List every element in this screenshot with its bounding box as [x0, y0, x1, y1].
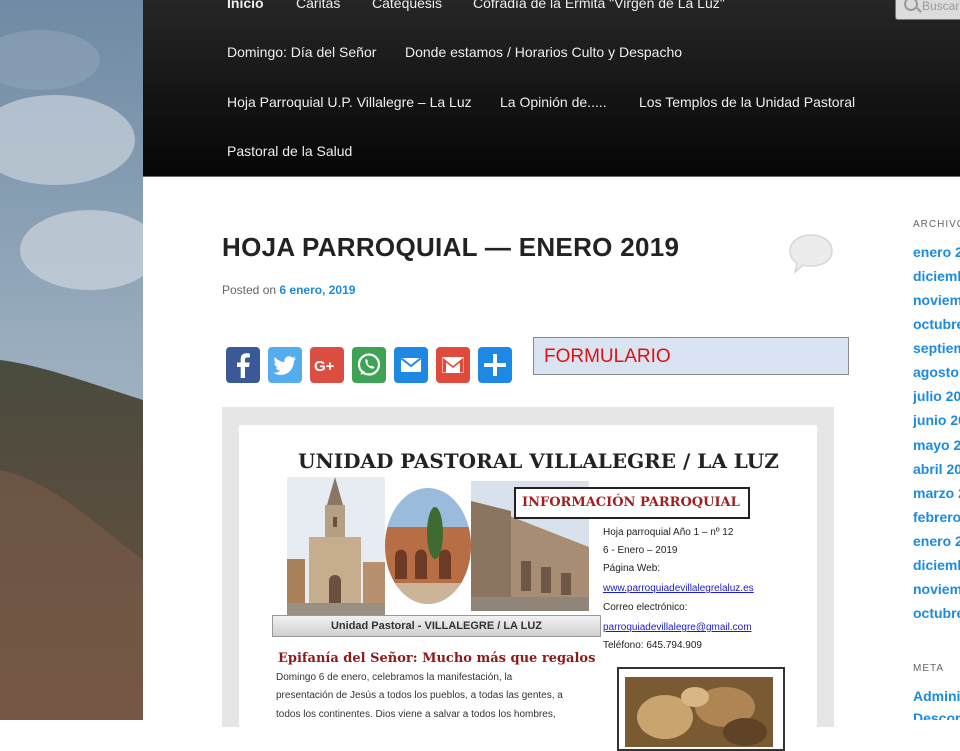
meta-link: ■Administrar: [913, 688, 960, 704]
caption-text: Unidad Pastoral - VILLALEGRE / LA LUZ: [330, 620, 543, 632]
web-label: Página Web:: [603, 563, 661, 574]
archive-link-text[interactable]: octubre 2018: [913, 316, 960, 332]
archive-link-text[interactable]: septiembre 2018: [913, 340, 960, 356]
nav-item-cofradia[interactable]: Cofradía de la Ermita "Virgen de La Luz": [473, 0, 725, 11]
sidebar: ARCHIVOS ■enero 2019 ■diciembre 2018 ■no…: [913, 0, 960, 720]
bulletin-header: UNIDAD PASTORAL VILLALEGRE / LA LUZ: [298, 449, 779, 473]
post-meta: Posted on 6 enero, 2019: [222, 283, 355, 297]
archive-link: ■diciembre 2017: [913, 557, 960, 573]
nav-item-templos[interactable]: Los Templos de la Unidad Pastoral: [639, 94, 855, 110]
archive-link: ■febrero 2018: [913, 509, 960, 525]
inset-frame: [617, 667, 785, 751]
facebook-icon[interactable]: [226, 347, 260, 383]
archive-link: ■agosto 2018: [913, 364, 960, 380]
meta-heading: META: [913, 663, 945, 674]
issue-number: Hoja parroquial Año 1 – nº 12: [603, 527, 734, 538]
formulario-label: FORMULARIO: [544, 346, 671, 367]
nav-item-donde-estamos[interactable]: Donde estamos / Horarios Culto y Despach…: [405, 44, 682, 60]
nav-item-domingo[interactable]: Domingo: Día del Señor: [227, 44, 376, 60]
svg-text:G+: G+: [314, 358, 335, 375]
archive-link-text[interactable]: enero 2019: [913, 244, 960, 260]
archive-link-text[interactable]: marzo 2018: [913, 485, 960, 501]
archive-link-text[interactable]: enero 2018: [913, 533, 960, 549]
web-link[interactable]: www.parroquiadevillalegrelaluz.es: [603, 583, 754, 594]
email-link[interactable]: parroquiadevillalegre@gmail.com: [603, 622, 752, 633]
post-date-link[interactable]: 6 enero, 2019: [279, 283, 355, 297]
nav-item-la-opinion[interactable]: La Opinión de.....: [500, 94, 607, 110]
archive-link-text[interactable]: julio 2018: [913, 388, 960, 404]
nav-item-catequesis[interactable]: Catequesis: [372, 0, 442, 11]
share-plus-icon[interactable]: [478, 347, 512, 383]
google-plus-icon[interactable]: G+: [310, 347, 344, 383]
info-title-box: INFORMACIÓN PARROQUIAL: [514, 487, 750, 519]
main-nav: Inicio Cáritas Catequesis Cofradía de la…: [143, 0, 960, 177]
archive-link: ■junio 2018: [913, 412, 960, 428]
archive-link-text[interactable]: noviembre 2018: [913, 292, 960, 308]
archive-link: ■octubre 2017: [913, 605, 960, 621]
nav-item-pastoral-salud[interactable]: Pastoral de la Salud: [227, 143, 352, 159]
archive-link: ■enero 2018: [913, 533, 960, 549]
archive-link-text[interactable]: diciembre 2017: [913, 557, 960, 573]
bulletin-page: UNIDAD PASTORAL VILLALEGRE / LA LUZ INFO…: [239, 425, 817, 751]
phone: Teléfono: 645.794.909: [603, 640, 702, 651]
archive-link: ■julio 2018: [913, 388, 960, 404]
nav-item-inicio[interactable]: Inicio: [227, 0, 264, 11]
plaza-photo: [385, 488, 471, 604]
archive-link: ■marzo 2018: [913, 485, 960, 501]
email-label: Correo electrónico:: [603, 602, 688, 613]
archives-heading: ARCHIVOS: [913, 219, 960, 230]
archive-link: ■noviembre 2018: [913, 292, 960, 308]
formulario-button[interactable]: FORMULARIO: [533, 337, 849, 375]
meta-link-text[interactable]: Desconectar: [913, 710, 960, 720]
post-title: HOJA PARROQUIAL — ENERO 2019: [222, 232, 680, 262]
comment-bubble-icon[interactable]: [788, 233, 834, 280]
email-icon[interactable]: [394, 347, 428, 383]
twitter-icon[interactable]: [268, 347, 302, 383]
archive-link: ■noviembre 2017: [913, 581, 960, 597]
archive-link-text[interactable]: febrero 2018: [913, 509, 960, 525]
archive-link: ■mayo 2018: [913, 437, 960, 453]
caption-bar: Unidad Pastoral - VILLALEGRE / LA LUZ: [272, 615, 601, 637]
info-title: INFORMACIÓN PARROQUIAL: [522, 495, 740, 510]
archive-link-text[interactable]: octubre 2017: [913, 605, 960, 621]
archive-link: ■octubre 2018: [913, 316, 960, 332]
archive-link: ■enero 2019: [913, 244, 960, 260]
meta-link-text[interactable]: Administrar: [913, 688, 960, 704]
whatsapp-icon[interactable]: [352, 347, 386, 383]
archive-link-text[interactable]: abril 2018: [913, 461, 960, 477]
archive-link: ■abril 2018: [913, 461, 960, 477]
nav-item-hoja-parroquial[interactable]: Hoja Parroquial U.P. Villalegre – La Luz: [227, 94, 472, 110]
archive-link-text[interactable]: noviembre 2017: [913, 581, 960, 597]
archive-link-text[interactable]: junio 2018: [913, 412, 960, 428]
page-content: Inicio Cáritas Catequesis Cofradía de la…: [143, 0, 960, 751]
gmail-icon[interactable]: [436, 347, 470, 383]
nav-item-caritas[interactable]: Cáritas: [296, 0, 340, 11]
meta-link: ■Desconectar: [913, 710, 960, 720]
bulletin-subtitle: Epifanía del Señor: Mucho más que regalo…: [278, 651, 596, 666]
archive-link: ■septiembre 2018: [913, 340, 960, 356]
church-photo: [287, 477, 385, 617]
bulletin-image[interactable]: UNIDAD PASTORAL VILLALEGRE / LA LUZ INFO…: [222, 407, 834, 751]
archive-link: ■diciembre 2018: [913, 268, 960, 284]
posted-on-label: Posted on: [222, 283, 277, 297]
archive-link-text[interactable]: agosto 2018: [913, 364, 960, 380]
body-line: presentación de Jesús a todos los pueblo…: [276, 690, 563, 701]
body-line: todos los continentes. Dios viene a salv…: [276, 709, 556, 720]
nativity-painting: [625, 677, 773, 747]
archive-link-text[interactable]: diciembre 2018: [913, 268, 960, 284]
issue-date: 6 - Enero – 2019: [603, 545, 678, 556]
body-line: Domingo 6 de enero, celebramos la manife…: [276, 672, 513, 683]
archive-link-text[interactable]: mayo 2018: [913, 437, 960, 453]
